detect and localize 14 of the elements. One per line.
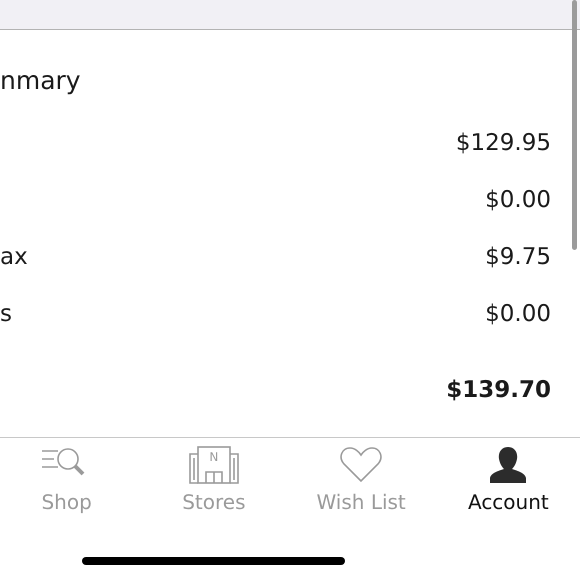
amount: $0.00 [485, 300, 551, 326]
amount: $9.75 [485, 244, 551, 270]
person-icon [488, 446, 528, 484]
row-label: ax [0, 244, 28, 270]
tab[interactable]: Shop [0, 438, 140, 518]
section-title: nmary [0, 65, 82, 97]
amount: $0.00 [485, 186, 551, 212]
tab[interactable]: Account [434, 438, 580, 518]
amount: $129.95 [456, 130, 551, 156]
heart-icon [339, 446, 384, 484]
row-label: s [0, 300, 12, 326]
amount: $139.70 [446, 377, 551, 403]
tab[interactable]: Wish List [288, 438, 435, 518]
tab[interactable]: N Stores [140, 438, 288, 518]
